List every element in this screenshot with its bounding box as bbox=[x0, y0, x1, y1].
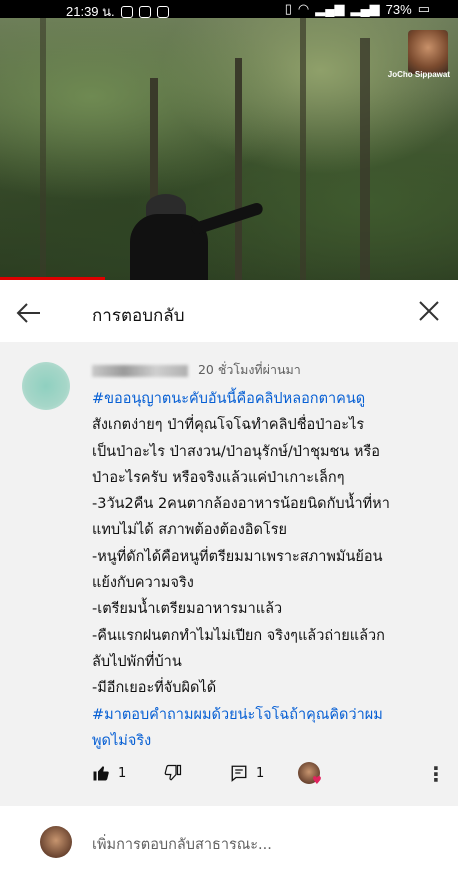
comment-hashtag[interactable]: #ขออนุญาตนะคับอันนี้คือคลิปหลอกตาคนดู bbox=[92, 386, 452, 412]
comment-author-avatar[interactable] bbox=[22, 362, 70, 410]
comment-line: -คืนแรกฝนตกทำไมไม่เปียก จริงๆแล้วถ่ายแล้… bbox=[92, 627, 385, 644]
more-options-icon[interactable]: ⋮ bbox=[426, 762, 446, 786]
channel-watermark: JoCho Sippawat bbox=[387, 70, 450, 79]
thumbs-up-icon bbox=[93, 766, 109, 781]
comment-line: แย้งกับความจริง bbox=[92, 575, 194, 592]
dislike-button[interactable] bbox=[164, 764, 182, 782]
video-scene-tree bbox=[360, 38, 370, 280]
user-avatar bbox=[40, 826, 72, 858]
comment-line: สังเกตง่ายๆ ป่าที่คุณโจโฉทำคลิปชื่อป่าอะ… bbox=[92, 417, 365, 434]
channel-watermark-avatar bbox=[408, 30, 448, 74]
comment-actions: 1 1 ♥ ⋮ bbox=[92, 762, 452, 788]
comment-line: แทบไม่ได้ สภาพต้องต้องอิดโรย bbox=[92, 522, 287, 539]
reply-input-placeholder[interactable]: เพิ่มการตอบกลับสาธารณะ... bbox=[92, 833, 272, 856]
reply-panel-header: การตอบกลับ bbox=[0, 284, 458, 343]
comment-line: -3วัน2คืน 2คนตากล้องอาหารน้อยนิดกับน้ำที… bbox=[92, 496, 390, 513]
battery-percentage: 73% bbox=[385, 1, 412, 17]
comment-line: เป็นป่าอะไร ป่าสงวน/ป่าอนุรักษ์/ป่าชุมชน… bbox=[92, 443, 380, 460]
comment-line: -เตรียมน้ำเตรียมอาหารมาแล้ว bbox=[92, 601, 283, 618]
back-button[interactable] bbox=[14, 298, 48, 328]
signal-2-icon: ▂▄▆ bbox=[350, 1, 380, 16]
close-button[interactable] bbox=[412, 296, 446, 330]
wifi-icon: ◠ bbox=[297, 1, 310, 16]
video-player[interactable]: JoCho Sippawat bbox=[0, 18, 458, 280]
comment-time: 20 ชั่วโมงที่ผ่านมา bbox=[197, 362, 301, 377]
comment-line: ลับไปพักที่บ้าน bbox=[92, 653, 182, 670]
vibrate-icon: ▯ bbox=[284, 1, 292, 16]
comment-line: -มีอีกเยอะที่จับผิดได้ bbox=[92, 680, 217, 697]
reply-input-bar[interactable]: เพิ่มการตอบกลับสาธารณะ... bbox=[0, 806, 458, 873]
heart-icon: ♥ bbox=[312, 774, 322, 787]
like-button[interactable]: 1 bbox=[92, 764, 126, 782]
comment-author-name-blurred[interactable] bbox=[92, 364, 188, 377]
comment-hashtag[interactable]: #มาตอบคำถามผมด้วยน่ะโจโฉถ้าคุณคิดว่าผม bbox=[92, 702, 452, 728]
battery-icon: ▭ bbox=[417, 1, 430, 16]
messenger-icon bbox=[120, 5, 133, 18]
video-scene-tree bbox=[300, 18, 306, 280]
youtube-icon bbox=[138, 5, 151, 18]
video-scene-tree bbox=[235, 58, 242, 280]
comment-line: -หนูที่ดักได้คือหนูที่ตรียมมาเพราะสภาพมั… bbox=[92, 548, 383, 565]
comment: 20 ชั่วโมงที่ผ่านมา #ขออนุญาตนะคับอันนี้… bbox=[0, 342, 458, 806]
reply-panel-title: การตอบกลับ bbox=[92, 306, 185, 326]
close-icon bbox=[419, 301, 439, 321]
signal-icon: ▂▄▆ bbox=[315, 1, 345, 16]
comment-hashtag[interactable]: พูดไม่จริง bbox=[92, 728, 452, 754]
comment-icon bbox=[231, 765, 247, 782]
like-count: 1 bbox=[118, 765, 127, 781]
reply-count: 1 bbox=[256, 765, 265, 781]
thumbs-down-icon bbox=[164, 764, 182, 781]
comment-line: ป่าอะไรครับ หรือจริงแล้วแค่ป่าเกาะเล็กๆ bbox=[92, 469, 345, 486]
status-bar: 21:39 น. ▯ ◠ ▂▄▆ ▂▄▆ 73% ▭ bbox=[0, 0, 458, 19]
comment-text: #ขออนุญาตนะคับอันนี้คือคลิปหลอกตาคนดู สั… bbox=[92, 386, 452, 754]
arrow-left-icon bbox=[16, 303, 40, 323]
instagram-icon bbox=[156, 5, 169, 18]
video-progress-bar[interactable] bbox=[0, 277, 106, 280]
video-scene-tree bbox=[40, 18, 46, 280]
comment-meta: 20 ชั่วโมงที่ผ่านมา bbox=[92, 360, 301, 380]
reply-count-button[interactable]: 1 bbox=[230, 764, 264, 782]
